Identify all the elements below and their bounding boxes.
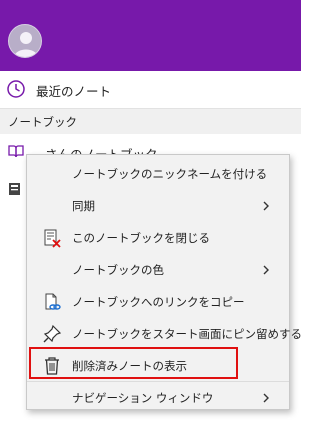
highlight-box	[29, 347, 238, 379]
menu-item-sync[interactable]: 同期	[27, 190, 289, 221]
menu-item-label: このノートブックを閉じる	[72, 231, 210, 245]
menu-item-copy-link[interactable]: ノートブックへのリンクをコピー	[27, 286, 289, 317]
menu-item-nickname[interactable]: ノートブックのニックネームを付ける	[27, 158, 289, 189]
recent-notes-label: 最近のノート	[36, 84, 112, 99]
menu-item-notebook-color[interactable]: ノートブックの色	[27, 254, 289, 285]
copy-link-icon	[45, 293, 61, 310]
chevron-right-icon	[263, 393, 269, 403]
menu-item-label: 同期	[72, 199, 95, 213]
menu-item-navigation-pane[interactable]: ナビゲーション ウィンドウ	[27, 382, 289, 413]
recent-notes-item[interactable]: 最近のノート	[0, 71, 301, 108]
pin-icon	[43, 324, 62, 343]
chevron-right-icon	[263, 265, 269, 275]
notebook-context-menu: ノートブックのニックネームを付ける 同期 このノートブックを閉じる ノートブック…	[26, 154, 302, 413]
chevron-right-icon	[263, 201, 269, 211]
close-notebook-icon	[44, 229, 61, 248]
menu-item-close-notebook[interactable]: このノートブックを閉じる	[27, 222, 289, 253]
section-label: ノートブック	[8, 115, 77, 129]
menu-item-label: ノートブックのニックネームを付ける	[72, 167, 268, 181]
clock-icon	[7, 80, 25, 98]
menu-item-pin-to-start[interactable]: ノートブックをスタート画面にピン留めする	[27, 318, 302, 349]
avatar[interactable]	[8, 24, 42, 58]
app-header	[0, 0, 301, 71]
user-avatar-icon	[14, 32, 38, 57]
open-book-icon	[8, 145, 24, 158]
menu-item-label: ナビゲーション ウィンドウ	[72, 391, 214, 405]
menu-item-label: ノートブックの色	[72, 263, 164, 277]
menu-item-label: ノートブックをスタート画面にピン留めする	[72, 327, 302, 341]
notebooks-section-header: ノートブック	[0, 108, 301, 134]
menu-item-label: ノートブックへのリンクをコピー	[72, 295, 245, 309]
notebook-icon	[9, 183, 20, 195]
